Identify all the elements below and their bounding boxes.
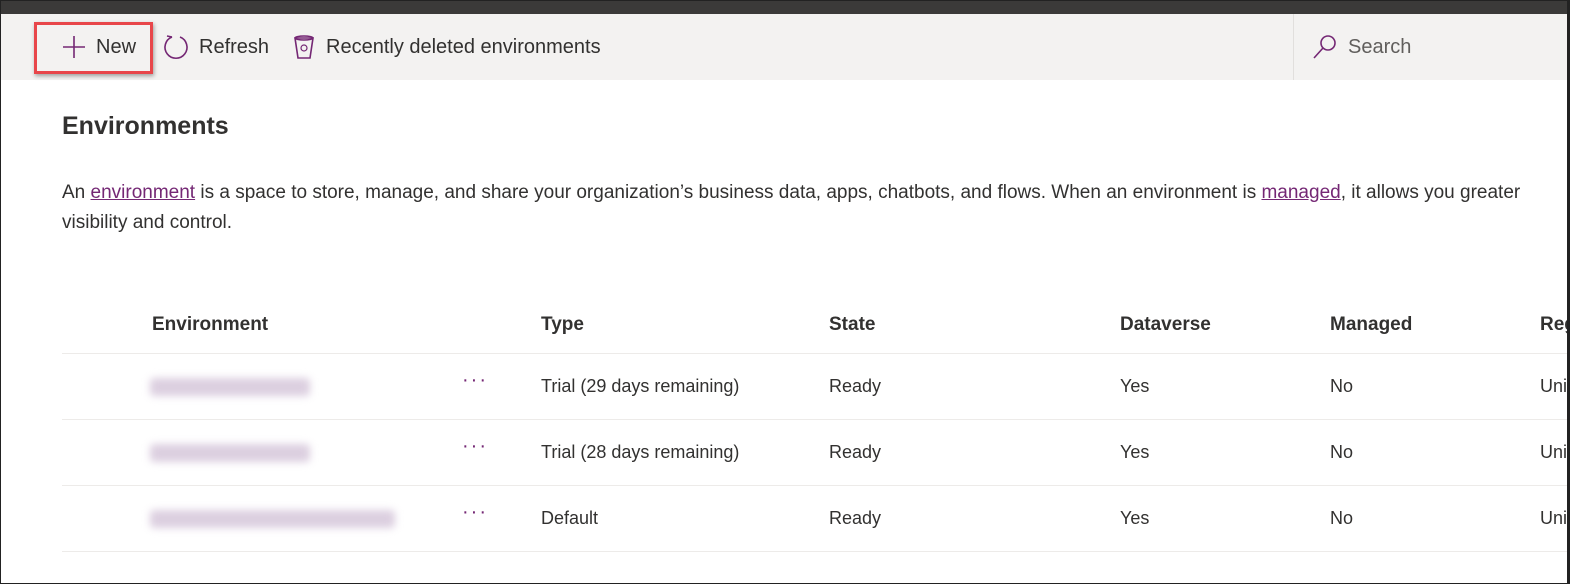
frame-border (0, 0, 1570, 584)
